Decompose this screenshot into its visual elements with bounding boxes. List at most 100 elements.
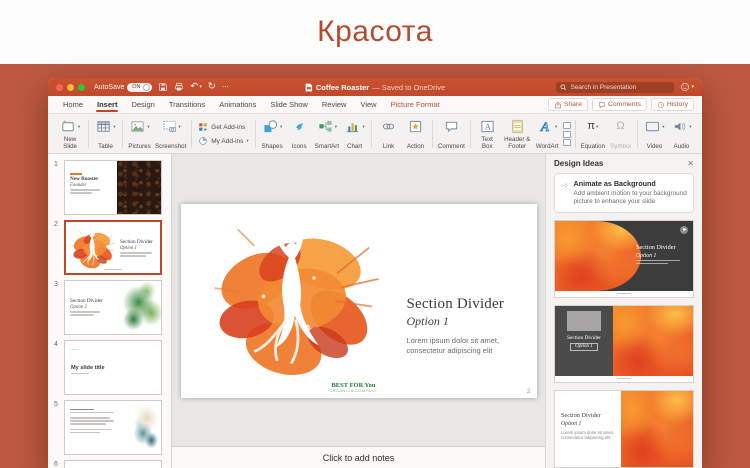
tab-actions: Share Comments History: [548, 98, 694, 111]
slide-text-block[interactable]: Section Divider Option 1 Lorem ipsum dol…: [407, 296, 529, 356]
icons-button[interactable]: Icons: [287, 116, 312, 152]
design-idea-1[interactable]: Section Divider Option 1: [554, 220, 694, 298]
slide-number-field: 2: [527, 388, 531, 395]
slide-4-number: 4: [48, 340, 64, 395]
header-footer-icon: [510, 119, 525, 134]
tab-transitions[interactable]: Transitions: [162, 96, 212, 113]
slide-body-text[interactable]: Lorem ipsum dolor sit amet, consectetur …: [407, 336, 529, 356]
slide-3-thumbnail[interactable]: Section Divider Option 2: [64, 280, 162, 335]
video-button[interactable]: ▾ Video: [642, 116, 667, 152]
slide-1-number: 1: [48, 160, 64, 215]
text-box-icon: A: [479, 119, 496, 134]
slide-title-text[interactable]: Section Divider: [407, 296, 529, 313]
notes-pane[interactable]: Click to add notes: [172, 446, 545, 468]
share-button[interactable]: Share: [548, 98, 588, 111]
get-add-ins-label: Get Add-ins: [211, 124, 245, 131]
equation-button[interactable]: π▾ Equation: [580, 116, 606, 152]
comments-button[interactable]: Comments: [592, 98, 647, 111]
action-button[interactable]: Action: [403, 116, 428, 152]
wordart-icon: A: [537, 119, 554, 134]
link-icon: [380, 119, 397, 134]
audio-button[interactable]: ▾ Audio: [669, 116, 694, 152]
search-input[interactable]: Search in Presentation: [556, 82, 674, 93]
slide-2-thumbnail[interactable]: Section Divider Option 1: [64, 220, 162, 275]
my-add-ins-button[interactable]: My Add-ins ▾: [198, 136, 248, 146]
search-icon: [560, 84, 567, 91]
table-button[interactable]: ▾ Table: [93, 116, 118, 152]
ribbon: ▾ New Slide ▾ Table ▾ Pictures ▾ Screens…: [48, 114, 702, 154]
slide-canvas[interactable]: Section Divider Option 1 Lorem ipsum dol…: [172, 154, 545, 446]
document-icon: [305, 83, 313, 92]
tab-home[interactable]: Home: [56, 96, 90, 113]
action-icon: [407, 119, 424, 134]
more-commands-icon[interactable]: ⋯: [222, 84, 229, 91]
tab-slide-show[interactable]: Slide Show: [263, 96, 315, 113]
new-slide-icon: [60, 119, 77, 134]
slide-5-number: 5: [48, 400, 64, 455]
search-placeholder: Search in Presentation: [570, 84, 636, 91]
slide-row-6: 6: [48, 460, 167, 468]
tab-animations[interactable]: Animations: [212, 96, 263, 113]
design-2-title: Section Divider: [560, 335, 608, 341]
tab-design[interactable]: Design: [124, 96, 161, 113]
redo-button[interactable]: ↻: [208, 82, 216, 92]
design-idea-2[interactable]: Section Divider Option 1: [554, 305, 694, 383]
feedback-button[interactable]: ▾: [680, 82, 694, 92]
header-footer-button[interactable]: Header & Footer: [502, 116, 533, 152]
wordart-button[interactable]: A▾ WordArt: [535, 116, 560, 152]
print-button[interactable]: [174, 82, 184, 92]
slide-5-thumbnail[interactable]: [64, 400, 162, 455]
minimize-window-icon[interactable]: [67, 84, 74, 91]
design-1-subtitle: Option 1: [636, 253, 688, 259]
tab-review[interactable]: Review: [315, 96, 354, 113]
svg-text:A: A: [540, 119, 550, 134]
design-2-placeholder-image: [567, 311, 601, 331]
get-add-ins-button[interactable]: Get Add-ins: [198, 122, 248, 132]
autosave-label: AutoSave: [94, 84, 124, 91]
design-3-body: Lorem ipsum dolor sit amet, consectetur …: [561, 430, 621, 441]
symbol-button: Ω Symbol: [608, 116, 633, 152]
design-2-subtitle: Option 1: [570, 343, 598, 351]
powerpoint-window: AutoSave ON ↶▾ ↻ ⋯ Coffee Roaster — Save…: [48, 78, 702, 468]
slide-3-subtitle: Option 2: [70, 305, 108, 310]
tab-insert[interactable]: Insert: [90, 96, 124, 113]
object-icon[interactable]: [563, 139, 571, 146]
close-window-icon[interactable]: [56, 84, 63, 91]
history-button[interactable]: History: [651, 98, 694, 111]
slide-row-5: 5: [48, 400, 167, 455]
slide-number-icon[interactable]: [563, 122, 571, 129]
link-button[interactable]: Link: [376, 116, 401, 152]
slide-4-thumbnail[interactable]: My slide title: [64, 340, 162, 395]
pictures-button[interactable]: ▾ Pictures: [127, 116, 152, 152]
floral-dancer-artwork[interactable]: [193, 209, 389, 393]
slide-3-number: 3: [48, 280, 64, 335]
undo-button[interactable]: ↶▾: [190, 82, 201, 92]
comment-button[interactable]: Comment: [437, 116, 466, 152]
autosave-toggle[interactable]: ON: [127, 83, 152, 92]
slide-1-thumbnail[interactable]: New Roaster Founder: [64, 160, 162, 215]
slide-subtitle-text[interactable]: Option 1: [407, 314, 529, 329]
chart-icon: [344, 119, 361, 134]
smiley-icon: [680, 82, 690, 92]
animate-background-card[interactable]: Animate as Background Add ambient motion…: [554, 173, 694, 213]
date-time-icon[interactable]: [563, 131, 571, 138]
video-icon: [644, 119, 661, 134]
slide-6-thumbnail[interactable]: [64, 460, 162, 468]
tab-view[interactable]: View: [353, 96, 383, 113]
zoom-window-icon[interactable]: [78, 84, 85, 91]
current-slide[interactable]: Section Divider Option 1 Lorem ipsum dol…: [181, 204, 537, 398]
tab-picture-format[interactable]: Picture Format: [384, 96, 447, 113]
close-icon[interactable]: ✕: [687, 160, 694, 168]
smartart-button[interactable]: ▾ SmartArt: [314, 116, 340, 152]
new-slide-button[interactable]: ▾ New Slide: [56, 116, 84, 152]
screenshot-button[interactable]: ▾ Screenshot: [154, 116, 187, 152]
logo-line-2: ORGANICS COMPANY: [319, 389, 389, 393]
share-icon: [554, 101, 562, 109]
design-idea-2-dark-panel: Section Divider Option 1: [555, 306, 613, 376]
design-idea-3[interactable]: Section Divider Option 1 Lorem ipsum dol…: [554, 390, 694, 468]
text-box-button[interactable]: A Text Box: [475, 116, 500, 152]
save-button[interactable]: [158, 82, 168, 92]
shapes-button[interactable]: ▾ Shapes: [260, 116, 285, 152]
design-idea-3-flames-image: [621, 391, 693, 467]
chart-button[interactable]: ▾ Chart: [342, 116, 367, 152]
